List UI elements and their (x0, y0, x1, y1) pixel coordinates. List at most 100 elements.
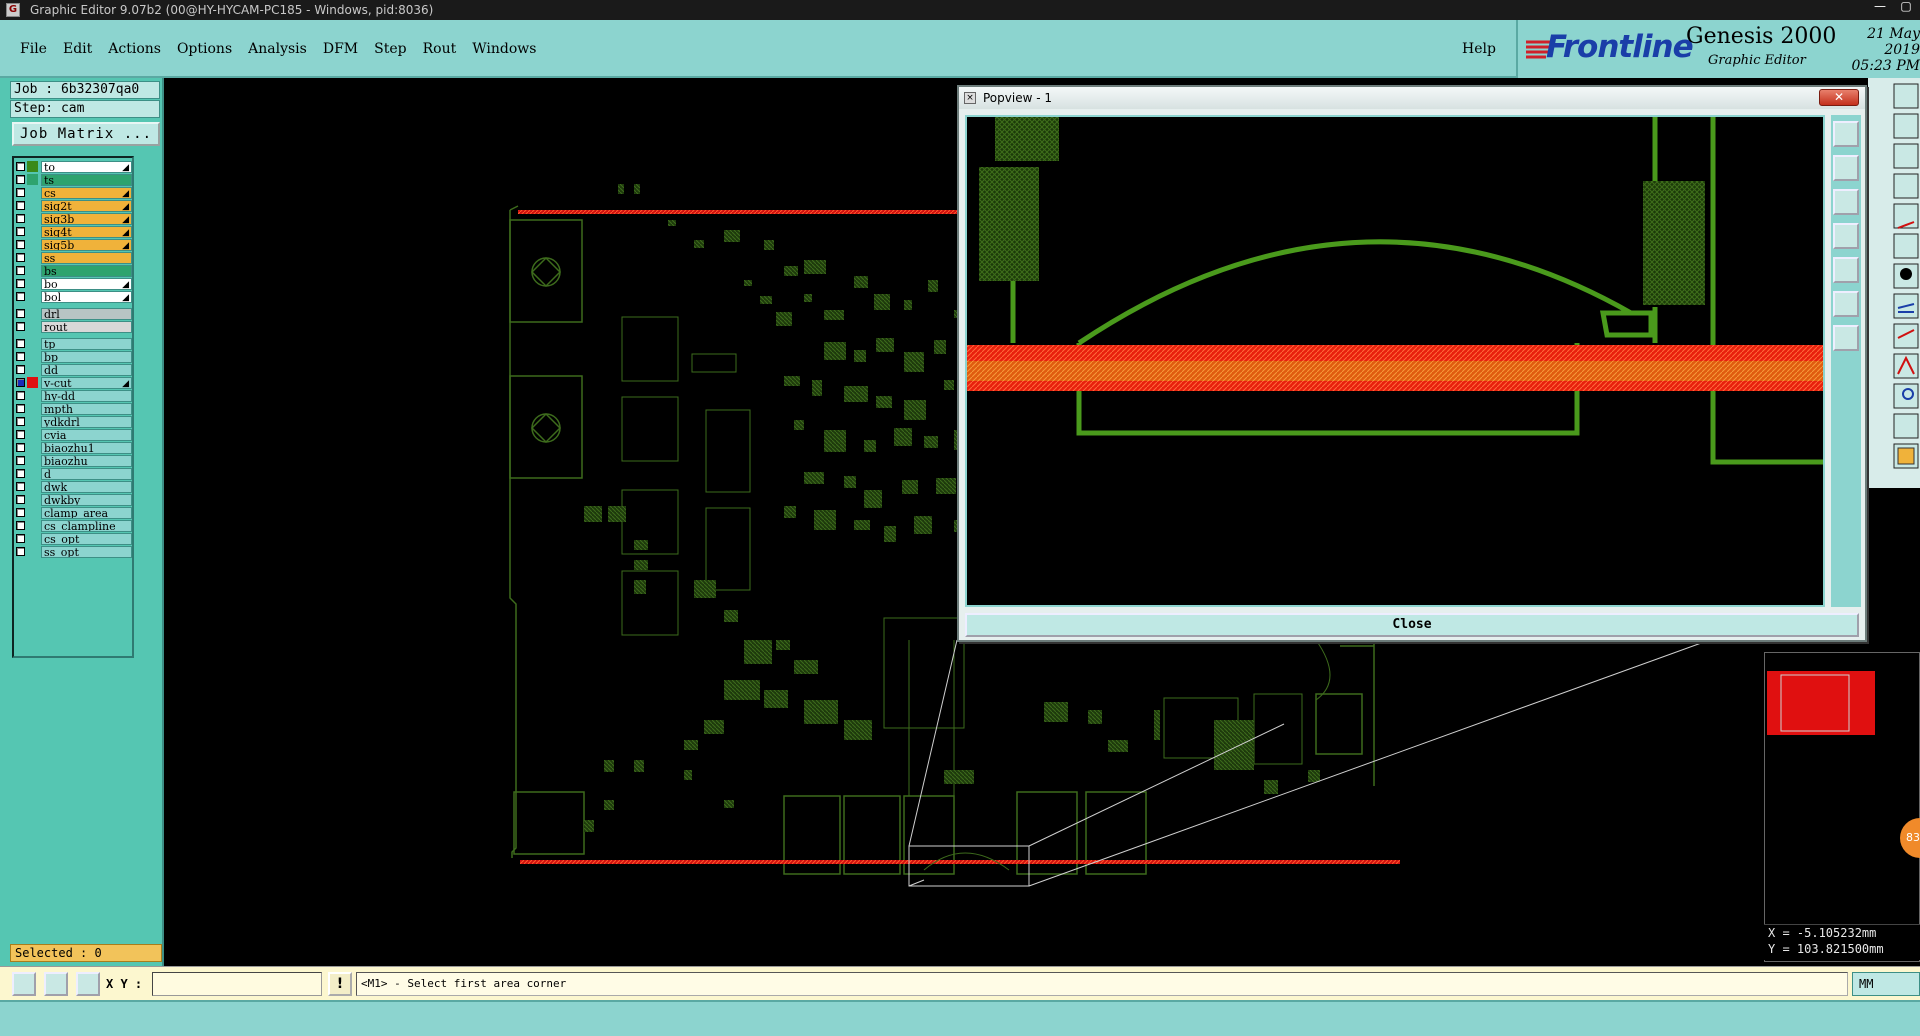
layer-row-rout[interactable]: rout (16, 320, 132, 333)
layer-row-sig4t[interactable]: sig4t ◢ (16, 225, 132, 238)
layer-checkbox[interactable] (16, 391, 25, 400)
layer-row-bs[interactable]: bs (16, 264, 132, 277)
layer-color-swatch[interactable] (27, 213, 38, 224)
layer-label[interactable]: dwkby (41, 493, 132, 506)
layer-row-ydkdrl[interactable]: ydkdrl (16, 415, 132, 428)
popview-fit-icon[interactable] (1833, 257, 1859, 283)
popview-zoom-in-icon[interactable] (1833, 155, 1859, 181)
layer-color-swatch[interactable] (27, 390, 38, 401)
layer-checkbox[interactable] (16, 456, 25, 465)
layer-checkbox[interactable] (16, 309, 25, 318)
popview-pan-icon[interactable] (1833, 223, 1859, 249)
layer-checkbox[interactable] (16, 495, 25, 504)
layer-color-swatch[interactable] (27, 403, 38, 414)
layer-row-d[interactable]: d (16, 467, 132, 480)
layer-color-swatch[interactable] (27, 494, 38, 505)
units-selector[interactable]: MM (1852, 972, 1920, 996)
layer-checkbox[interactable] (16, 404, 25, 413)
layer-color-swatch[interactable] (27, 429, 38, 440)
layer-label[interactable]: rout (41, 320, 132, 333)
layer-label[interactable]: v-cut ◢ (41, 376, 132, 389)
layer-label[interactable]: bo ◢ (41, 277, 132, 290)
layer-color-swatch[interactable] (27, 377, 38, 388)
menu-dfm[interactable]: DFM (315, 20, 366, 78)
line-tool-icon[interactable] (12, 972, 36, 996)
popview-zoom-out-icon[interactable] (1833, 189, 1859, 215)
layer-row-biaozhu1[interactable]: biaozhu1 (16, 441, 132, 454)
layer-checkbox[interactable] (16, 339, 25, 348)
layer-checkbox[interactable] (16, 253, 25, 262)
popview-canvas[interactable] (965, 115, 1825, 607)
menu-step[interactable]: Step (366, 20, 414, 78)
layer-label[interactable]: to ◢ (41, 160, 132, 173)
layer-label[interactable]: ydkdrl (41, 415, 132, 428)
alert-icon[interactable]: ! (328, 972, 352, 996)
layer-label[interactable]: dd (41, 363, 132, 376)
layer-checkbox[interactable] (16, 443, 25, 452)
layer-checkbox[interactable] (16, 482, 25, 491)
layer-row-v-cut[interactable]: v-cut ◢ (16, 376, 132, 389)
layer-row-ss[interactable]: ss (16, 251, 132, 264)
layer-label[interactable]: bol ◢ (41, 290, 132, 303)
layer-color-swatch[interactable] (27, 468, 38, 479)
layer-checkbox[interactable] (16, 227, 25, 236)
menu-analysis[interactable]: Analysis (240, 20, 315, 78)
layer-label[interactable]: clamp_area (41, 506, 132, 519)
layer-row-tp[interactable]: tp (16, 337, 132, 350)
layer-label[interactable]: sig3b ◢ (41, 212, 132, 225)
layer-row-biaozhu[interactable]: biaozhu (16, 454, 132, 467)
layer-row-to[interactable]: to ◢ (16, 160, 132, 173)
layer-color-swatch[interactable] (27, 265, 38, 276)
layer-color-swatch[interactable] (27, 416, 38, 427)
minimize-button[interactable]: — (1870, 0, 1890, 14)
layer-color-swatch[interactable] (27, 546, 38, 557)
layer-label[interactable]: drl (41, 307, 132, 320)
layer-row-sig2t[interactable]: sig2t ◢ (16, 199, 132, 212)
popview-center-icon[interactable] (1833, 291, 1859, 317)
layer-label[interactable]: biaozhu (41, 454, 132, 467)
layer-label[interactable]: sig5b ◢ (41, 238, 132, 251)
layer-label[interactable]: cvia (41, 428, 132, 441)
layer-checkbox[interactable] (16, 240, 25, 249)
layer-row-sig3b[interactable]: sig3b ◢ (16, 212, 132, 225)
layer-row-clamp_area[interactable]: clamp_area (16, 506, 132, 519)
popview-close-button[interactable]: Close (965, 613, 1859, 637)
layer-color-swatch[interactable] (27, 533, 38, 544)
layer-row-hy-dd[interactable]: hy-dd (16, 389, 132, 402)
layer-checkbox[interactable] (16, 279, 25, 288)
menu-actions[interactable]: Actions (100, 20, 169, 78)
layer-label[interactable]: cs ◢ (41, 186, 132, 199)
layer-label[interactable]: hy-dd (41, 389, 132, 402)
layer-label[interactable]: sig4t ◢ (41, 225, 132, 238)
layer-row-cs_opt[interactable]: cs_opt (16, 532, 132, 545)
layer-color-swatch[interactable] (27, 161, 38, 172)
layer-row-bp[interactable]: bp (16, 350, 132, 363)
measure-tool-icon[interactable] (44, 972, 68, 996)
layer-checkbox[interactable] (16, 322, 25, 331)
menu-windows[interactable]: Windows (464, 20, 544, 78)
layer-row-mpth[interactable]: mpth (16, 402, 132, 415)
layer-color-swatch[interactable] (27, 351, 38, 362)
layer-color-swatch[interactable] (27, 252, 38, 263)
layer-color-swatch[interactable] (27, 364, 38, 375)
popview-move-icon[interactable] (1833, 325, 1859, 351)
layer-checkbox[interactable] (16, 547, 25, 556)
layer-color-swatch[interactable] (27, 321, 38, 332)
menu-rout[interactable]: Rout (415, 20, 465, 78)
layer-row-drl[interactable]: drl (16, 307, 132, 320)
layer-color-swatch[interactable] (27, 507, 38, 518)
layer-row-dd[interactable]: dd (16, 363, 132, 376)
layer-row-bol[interactable]: bol ◢ (16, 290, 132, 303)
layer-color-swatch[interactable] (27, 187, 38, 198)
layer-label[interactable]: ts (41, 173, 132, 186)
layer-color-swatch[interactable] (27, 239, 38, 250)
layer-checkbox[interactable] (16, 292, 25, 301)
layer-checkbox[interactable] (16, 534, 25, 543)
layer-label[interactable]: sig2t ◢ (41, 199, 132, 212)
help-menu[interactable]: Help (1462, 20, 1496, 78)
overview-map[interactable] (1764, 652, 1920, 962)
layer-checkbox[interactable] (16, 417, 25, 426)
layer-color-swatch[interactable] (27, 200, 38, 211)
layer-checkbox[interactable] (16, 469, 25, 478)
layer-checkbox[interactable] (16, 352, 25, 361)
